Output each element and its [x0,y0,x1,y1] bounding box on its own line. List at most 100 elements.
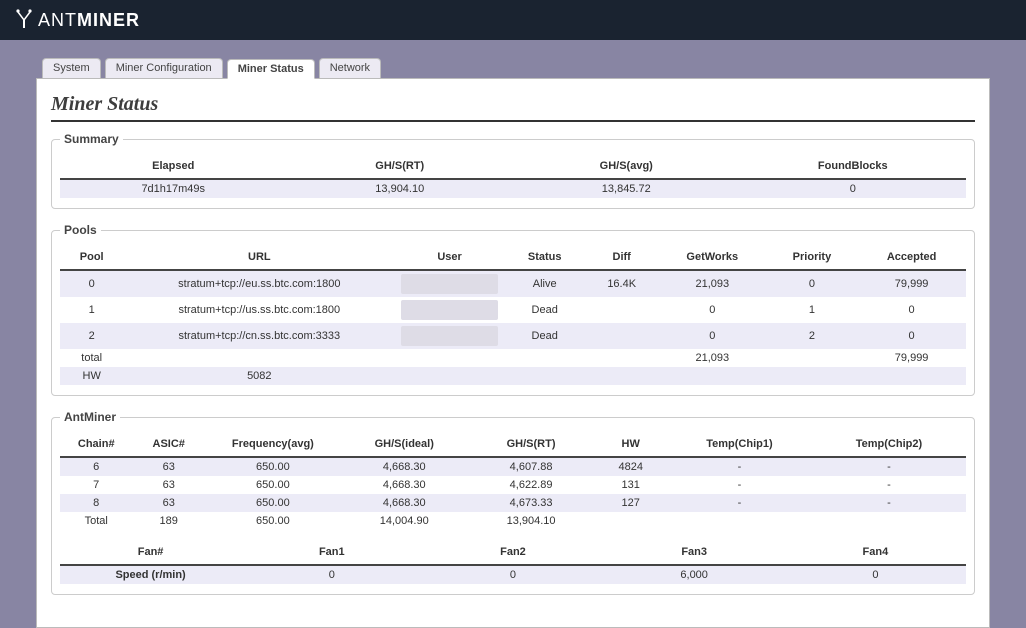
fan-header: Fan3 [604,540,785,565]
pools-cell [395,323,504,349]
brand-left: ANT [38,10,77,31]
pools-table: Pool URL User Status Diff GetWorks Prior… [60,245,966,385]
pools-cell: Alive [504,270,586,297]
brand-right: MINER [77,10,140,31]
cell-elapsed: 7d1h17m49s [60,179,287,198]
pools-cell: 1 [60,297,123,323]
table-row: Total189650.0014,004.9013,904.10 [60,512,966,530]
pools-cell [857,367,966,385]
pools-legend: Pools [60,223,101,237]
chain-header: HW [594,432,666,457]
chain-cell: 8 [60,494,132,512]
pools-header: URL [123,245,395,270]
app-header: ANTMINER [0,0,1026,40]
pools-cell: Dead [504,323,586,349]
table-row: Speed (r/min) 0 0 6,000 0 [60,565,966,584]
chain-cell: 650.00 [205,494,341,512]
fan-header: Fan4 [785,540,966,565]
brand-logo: ANTMINER [12,8,140,32]
pools-cell: total [60,349,123,367]
pools-cell: 0 [658,297,767,323]
chain-header: Temp(Chip1) [667,432,812,457]
cell-foundblocks: 0 [740,179,967,198]
chain-cell [594,512,666,530]
pools-cell [395,270,504,297]
tab-network[interactable]: Network [319,58,381,78]
tab-bar: System Miner Configuration Miner Status … [0,40,1026,78]
fan-header: Fan# [60,540,241,565]
fan-cell: 6,000 [604,565,785,584]
pools-cell: 0 [857,297,966,323]
pools-cell [658,367,767,385]
chain-cell: 650.00 [205,512,341,530]
pools-cell: 2 [60,323,123,349]
pools-cell: 5082 [123,367,395,385]
pools-header: Status [504,245,586,270]
pools-cell: 0 [60,270,123,297]
chain-cell: - [812,457,966,476]
table-row: 863650.004,668.304,673.33127-- [60,494,966,512]
fan-cell: 0 [241,565,422,584]
pools-header: GetWorks [658,245,767,270]
chain-cell [667,512,812,530]
fan-header: Fan1 [241,540,422,565]
tab-miner-configuration[interactable]: Miner Configuration [105,58,223,78]
chain-header: Frequency(avg) [205,432,341,457]
table-row: 0stratum+tcp://eu.ss.btc.com:1800Alive16… [60,270,966,297]
summary-table: Elapsed GH/S(RT) GH/S(avg) FoundBlocks 7… [60,154,966,198]
pools-cell: 79,999 [857,349,966,367]
antenna-icon [12,8,36,32]
pools-cell [585,349,657,367]
chain-cell: 13,904.10 [468,512,595,530]
tab-system[interactable]: System [42,58,101,78]
chain-cell: 63 [132,494,204,512]
pools-cell: stratum+tcp://cn.ss.btc.com:3333 [123,323,395,349]
content-panel: Miner Status Summary Elapsed GH/S(RT) GH… [36,78,990,628]
chain-header: ASIC# [132,432,204,457]
chain-cell: Total [60,512,132,530]
chain-cell: 189 [132,512,204,530]
pools-header: Pool [60,245,123,270]
chain-cell: 4,668.30 [341,494,468,512]
chain-cell: 650.00 [205,457,341,476]
pools-cell: 0 [857,323,966,349]
pools-cell: 0 [767,270,858,297]
fan-header: Fan2 [422,540,603,565]
pools-cell [504,367,586,385]
cell-ghs-rt: 13,904.10 [287,179,514,198]
chain-cell: 4,668.30 [341,476,468,494]
fan-table: Fan# Fan1 Fan2 Fan3 Fan4 Speed (r/min) 0… [60,540,966,584]
pools-cell: 16.4K [585,270,657,297]
pools-header: Accepted [857,245,966,270]
table-row: HW5082 [60,367,966,385]
pools-cell [585,367,657,385]
pools-cell: 21,093 [658,349,767,367]
summary-header: GH/S(RT) [287,154,514,179]
tab-miner-status[interactable]: Miner Status [227,59,315,79]
chain-cell: - [667,494,812,512]
chain-cell: 63 [132,476,204,494]
pools-cell: 21,093 [658,270,767,297]
user-redacted [401,326,498,346]
fan-cell: 0 [785,565,966,584]
table-row: 1stratum+tcp://us.ss.btc.com:1800Dead010 [60,297,966,323]
pools-cell [585,297,657,323]
fan-cell: 0 [422,565,603,584]
pools-cell: 1 [767,297,858,323]
summary-legend: Summary [60,132,123,146]
table-row: 663650.004,668.304,607.884824-- [60,457,966,476]
pools-cell: 0 [658,323,767,349]
summary-fieldset: Summary Elapsed GH/S(RT) GH/S(avg) Found… [51,132,975,209]
summary-header: GH/S(avg) [513,154,740,179]
chain-cell: - [812,476,966,494]
pools-cell: Dead [504,297,586,323]
pools-header: Diff [585,245,657,270]
chain-cell [812,512,966,530]
antminer-fieldset: AntMiner Chain# ASIC# Frequency(avg) GH/… [51,410,975,595]
summary-header: FoundBlocks [740,154,967,179]
chain-cell: 127 [594,494,666,512]
pools-cell [585,323,657,349]
chain-cell: 650.00 [205,476,341,494]
cell-ghs-avg: 13,845.72 [513,179,740,198]
chain-cell: 4,673.33 [468,494,595,512]
